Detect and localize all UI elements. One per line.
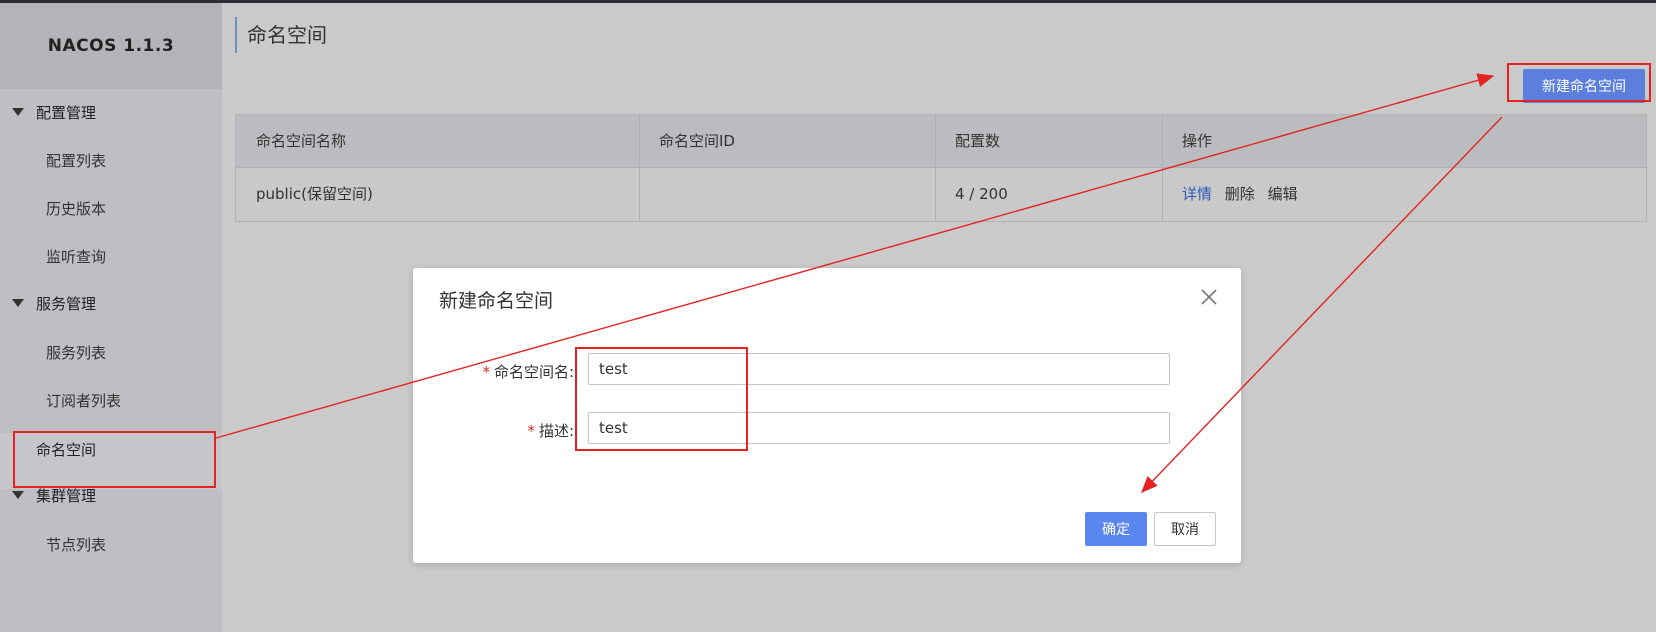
app-title: NACOS 1.1.3 <box>0 3 222 89</box>
sidebar-item-listener-query[interactable]: 监听查询 <box>46 246 106 267</box>
header-namespace-name: 命名空间名称 <box>256 132 347 150</box>
header-namespace-id: 命名空间ID <box>659 132 735 150</box>
sidebar-group-label: 服务管理 <box>36 295 97 313</box>
column-divider <box>1162 115 1163 221</box>
sidebar-group-label: 配置管理 <box>36 104 97 122</box>
description-label: * 描述: <box>527 420 574 441</box>
sidebar-item-namespace[interactable]: 命名空间 <box>36 439 96 460</box>
delete-link[interactable]: 删除 <box>1225 185 1255 203</box>
sidebar-item-history[interactable]: 历史版本 <box>46 198 106 219</box>
table-header: 命名空间名称 命名空间ID 配置数 操作 <box>236 115 1646 168</box>
required-mark: * <box>482 363 490 381</box>
description-input[interactable] <box>588 412 1170 444</box>
close-icon[interactable] <box>1200 288 1218 306</box>
cell-config-count: 4 / 200 <box>955 185 1008 203</box>
caret-down-icon <box>12 299 24 307</box>
sidebar: NACOS 1.1.3 配置管理 配置列表 历史版本 监听查询 服务管理 服务列… <box>0 3 222 632</box>
column-divider <box>935 115 936 221</box>
cancel-button[interactable]: 取消 <box>1154 512 1216 546</box>
namespace-name-label: * 命名空间名: <box>482 361 574 382</box>
page-title: 命名空间 <box>235 17 327 53</box>
header-actions: 操作 <box>1182 132 1213 150</box>
table-row: public(保留空间) 4 / 200 详情 删除 编辑 <box>236 168 1646 220</box>
sidebar-item-subscriber-list[interactable]: 订阅者列表 <box>46 390 121 411</box>
sidebar-item-config-list[interactable]: 配置列表 <box>46 150 106 171</box>
details-link[interactable]: 详情 <box>1182 185 1212 203</box>
label-text: 描述: <box>538 422 574 440</box>
sidebar-group-label: 集群管理 <box>36 487 97 505</box>
edit-link[interactable]: 编辑 <box>1268 185 1298 203</box>
sidebar-active-highlight <box>0 433 222 489</box>
new-namespace-button[interactable]: 新建命名空间 <box>1523 69 1645 103</box>
namespace-table: 命名空间名称 命名空间ID 配置数 操作 public(保留空间) 4 / 20… <box>235 114 1647 222</box>
cell-actions: 详情 删除 编辑 <box>1162 168 1646 220</box>
label-text: 命名空间名: <box>493 363 574 381</box>
cell-namespace-id <box>639 168 935 220</box>
sidebar-item-node-list[interactable]: 节点列表 <box>46 534 106 555</box>
sidebar-group-service[interactable]: 服务管理 <box>0 293 222 315</box>
column-divider <box>639 115 640 221</box>
required-mark: * <box>527 422 535 440</box>
cell-namespace-name: public(保留空间) <box>256 185 373 203</box>
namespace-name-input[interactable] <box>588 353 1170 385</box>
sidebar-group-cluster[interactable]: 集群管理 <box>0 485 222 507</box>
sidebar-item-service-list[interactable]: 服务列表 <box>46 342 106 363</box>
dialog-title: 新建命名空间 <box>439 290 554 312</box>
sidebar-group-config[interactable]: 配置管理 <box>0 102 222 124</box>
caret-down-icon <box>12 108 24 116</box>
header-config-count: 配置数 <box>955 132 1001 150</box>
caret-down-icon <box>12 491 24 499</box>
new-namespace-dialog: 新建命名空间 *命名空间名: *描述: 确定 取消 <box>413 268 1241 563</box>
confirm-button[interactable]: 确定 <box>1085 512 1147 546</box>
